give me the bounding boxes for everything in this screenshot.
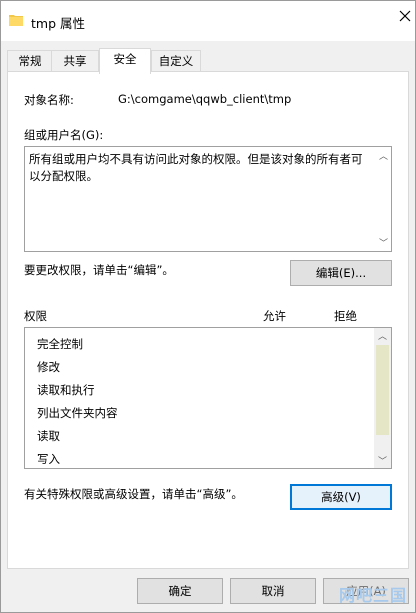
- permission-item: 完全控制: [37, 337, 83, 351]
- object-name-value: G:\comgame\qqwb_client\tmp: [118, 92, 292, 106]
- permission-item: 读取和执行: [37, 383, 95, 397]
- change-permissions-hint: 要更改权限，请单击“编辑”。: [24, 263, 174, 277]
- group-or-user-label: 组或用户名(G):: [24, 128, 104, 142]
- allow-header: 允许: [263, 309, 286, 323]
- title-bar: tmp 属性: [1, 1, 415, 41]
- window-title: tmp 属性: [31, 16, 85, 31]
- security-panel: 对象名称: G:\comgame\qqwb_client\tmp 组或用户名(G…: [7, 71, 409, 569]
- deny-header: 拒绝: [334, 309, 357, 323]
- watermark-logo: 网吧三国: [338, 586, 407, 605]
- properties-window: tmp 属性 常规 共享 安全 自定义 对象名称: G:\comgame\qqw…: [0, 0, 416, 613]
- scroll-up-arrow-icon[interactable]: ︿: [379, 149, 388, 162]
- permission-item: 读取: [37, 429, 60, 443]
- close-icon[interactable]: [397, 8, 413, 24]
- group-or-user-list[interactable]: 所有组或用户均不具有访问此对象的权限。但是该对象的所有者可以分配权限。 ︿ ﹀: [24, 146, 392, 252]
- edit-button[interactable]: 编辑(E)...: [290, 260, 392, 286]
- permission-item: 修改: [37, 360, 60, 374]
- scroll-up-arrow-icon[interactable]: ︿: [378, 329, 387, 342]
- scrollbar-thumb[interactable]: [376, 345, 389, 435]
- ok-button[interactable]: 确定: [137, 578, 223, 604]
- permissions-scrollbar[interactable]: ︿ ﹀: [374, 328, 391, 468]
- scroll-down-arrow-icon[interactable]: ﹀: [378, 454, 387, 467]
- tab-security[interactable]: 安全: [99, 48, 151, 74]
- dialog-body: 常规 共享 安全 自定义 对象名称: G:\comgame\qqwb_clien…: [1, 41, 415, 612]
- folder-icon: [9, 15, 23, 26]
- permissions-list[interactable]: 完全控制 修改 读取和执行 列出文件夹内容 读取 写入 ︿ ﹀: [24, 327, 392, 469]
- advanced-button[interactable]: 高级(V): [290, 484, 392, 510]
- tab-general[interactable]: 常规: [7, 50, 53, 72]
- tab-customize[interactable]: 自定义: [151, 50, 201, 72]
- cancel-button[interactable]: 取消: [230, 578, 316, 604]
- advanced-hint: 有关特殊权限或高级设置，请单击“高级”。: [24, 487, 243, 501]
- permission-item: 写入: [37, 452, 60, 466]
- group-message: 所有组或用户均不具有访问此对象的权限。但是该对象的所有者可以分配权限。: [29, 152, 363, 183]
- object-name-label: 对象名称:: [24, 93, 74, 107]
- tab-sharing[interactable]: 共享: [51, 50, 99, 72]
- permission-item: 列出文件夹内容: [37, 406, 118, 420]
- permissions-header: 权限: [24, 309, 47, 323]
- scroll-down-arrow-icon[interactable]: ﹀: [379, 236, 388, 249]
